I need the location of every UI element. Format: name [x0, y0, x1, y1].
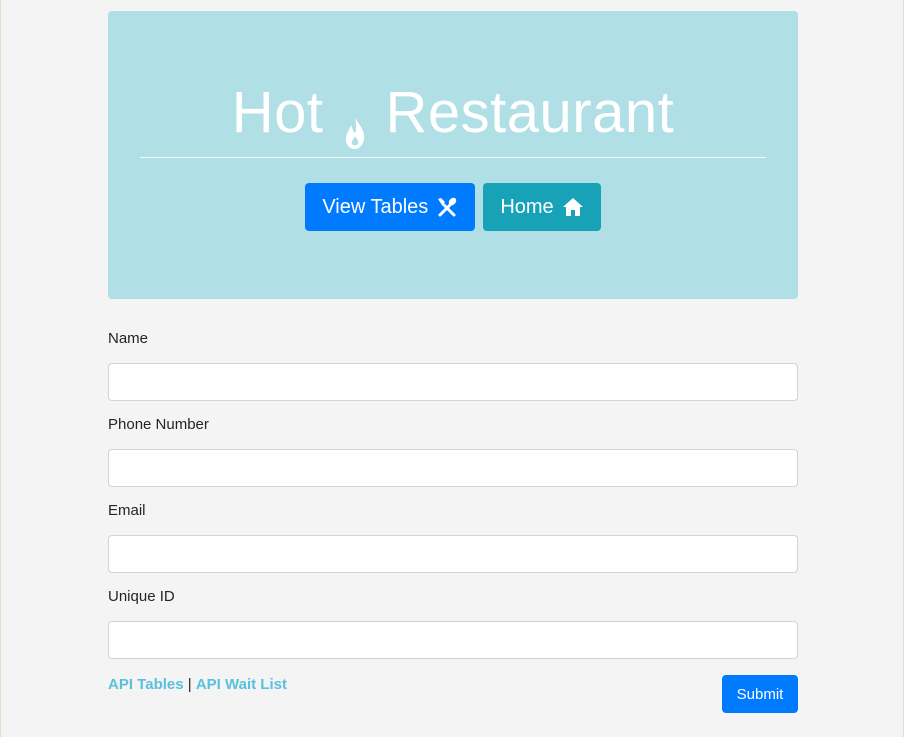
reservation-form: Name Phone Number Email Unique ID API Ta…	[108, 329, 798, 713]
main-container: Hot Restaurant View Tables Home Name Pho…	[108, 11, 798, 713]
utensils-icon	[436, 196, 458, 218]
home-button[interactable]: Home	[483, 183, 601, 231]
page-title: Hot Restaurant	[108, 80, 798, 149]
email-input[interactable]	[108, 535, 798, 573]
email-label: Email	[108, 502, 146, 519]
unique-id-input[interactable]	[108, 621, 798, 659]
header-divider	[140, 157, 766, 158]
header-buttons: View Tables Home	[108, 183, 798, 231]
phone-group: Phone Number	[108, 415, 798, 487]
fire-icon	[342, 99, 368, 149]
api-tables-link[interactable]: API Tables	[108, 676, 184, 693]
title-restaurant: Restaurant	[385, 80, 675, 145]
api-links: API Tables | API Wait List	[108, 675, 287, 695]
email-group: Email	[108, 501, 798, 573]
unique-id-label: Unique ID	[108, 588, 175, 605]
view-tables-button[interactable]: View Tables	[305, 183, 476, 231]
name-group: Name	[108, 329, 798, 401]
api-wait-list-link[interactable]: API Wait List	[196, 676, 287, 693]
name-label: Name	[108, 330, 149, 347]
home-icon	[562, 196, 584, 218]
form-footer: API Tables | API Wait List Submit	[108, 675, 798, 715]
jumbotron-header: Hot Restaurant View Tables Home	[108, 11, 798, 299]
phone-input[interactable]	[108, 449, 798, 487]
name-input[interactable]	[108, 363, 798, 401]
submit-button[interactable]: Submit	[722, 675, 798, 713]
link-separator: |	[187, 676, 192, 693]
view-tables-label: View Tables	[322, 195, 429, 218]
title-hot: Hot	[231, 80, 324, 145]
home-label: Home	[500, 195, 554, 218]
unique-id-group: Unique ID	[108, 587, 798, 659]
phone-label: Phone Number	[108, 416, 209, 433]
